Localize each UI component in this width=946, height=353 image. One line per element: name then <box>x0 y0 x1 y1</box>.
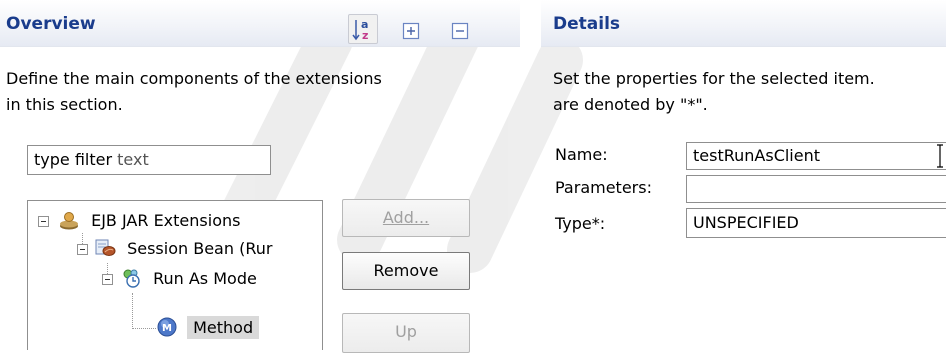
type-label: Type*: <box>555 214 606 233</box>
tree-item-label: Method <box>187 316 260 339</box>
tree-connector <box>132 293 133 329</box>
add-button-label: Add... <box>382 208 430 227</box>
filter-placeholder-prefix: type filter <box>34 150 113 169</box>
name-label: Name: <box>555 145 608 164</box>
session-bean-icon <box>95 239 116 256</box>
remove-button[interactable]: Remove <box>342 252 470 290</box>
method-icon: M <box>157 317 177 337</box>
svg-text:z: z <box>362 29 368 42</box>
filter-placeholder-suffix: text <box>112 150 149 169</box>
tree-item-method[interactable]: M Method <box>156 313 260 343</box>
collapse-all-button[interactable] <box>451 22 469 40</box>
tree-item-ejb-jar-extensions[interactable]: EJB JAR Extensions <box>58 206 240 236</box>
overview-description-line1: Define the main components of the extens… <box>6 69 382 88</box>
collapse-all-icon <box>451 22 469 40</box>
parameters-field[interactable] <box>686 175 946 203</box>
svg-text:M: M <box>162 323 172 334</box>
details-description-line2: are denoted by "*". <box>553 95 708 114</box>
text-cursor-icon <box>937 144 943 168</box>
add-button[interactable]: Add... <box>342 199 470 237</box>
name-field-value: testRunAsClient <box>693 146 821 165</box>
details-title: Details <box>553 14 621 34</box>
expand-all-icon <box>402 22 420 40</box>
component-tree[interactable]: EJB JAR Extensions Session Bean (Rur Run… <box>27 200 323 350</box>
tree-item-session-bean[interactable]: Session Bean (Rur <box>94 234 272 264</box>
tree-item-run-as-mode[interactable]: Run As Mode <box>120 264 257 294</box>
overview-description: Define the main components of the extens… <box>6 66 506 118</box>
name-field[interactable]: testRunAsClient <box>686 142 946 170</box>
tree-collapse-toggle[interactable] <box>102 274 113 285</box>
overview-description-line2: in this section. <box>6 95 123 114</box>
filter-input[interactable]: type filter text <box>27 145 271 175</box>
type-field[interactable]: UNSPECIFIED <box>686 208 946 238</box>
run-as-mode-icon <box>123 269 140 288</box>
ejb-jar-icon <box>60 212 78 230</box>
up-button-label: Up <box>395 322 417 341</box>
remove-button-label: Remove <box>373 261 439 280</box>
sort-alphabetically-icon: a z <box>352 18 368 42</box>
tree-item-label: Session Bean (Rur <box>127 239 273 258</box>
tree-collapse-toggle[interactable] <box>77 244 88 255</box>
details-description-line1: Set the properties for the selected item… <box>553 69 875 88</box>
details-description: Set the properties for the selected item… <box>553 66 946 118</box>
parameters-label: Parameters: <box>555 178 652 197</box>
tree-collapse-toggle[interactable] <box>38 216 49 227</box>
sort-button[interactable]: a z <box>348 14 378 44</box>
tree-connector <box>132 328 156 329</box>
tree-item-label: EJB JAR Extensions <box>91 211 241 230</box>
tree-item-label: Run As Mode <box>153 269 257 288</box>
expand-all-button[interactable] <box>402 22 420 40</box>
type-field-value: UNSPECIFIED <box>693 213 799 232</box>
overview-title: Overview <box>6 14 96 34</box>
up-button[interactable]: Up <box>342 313 470 353</box>
